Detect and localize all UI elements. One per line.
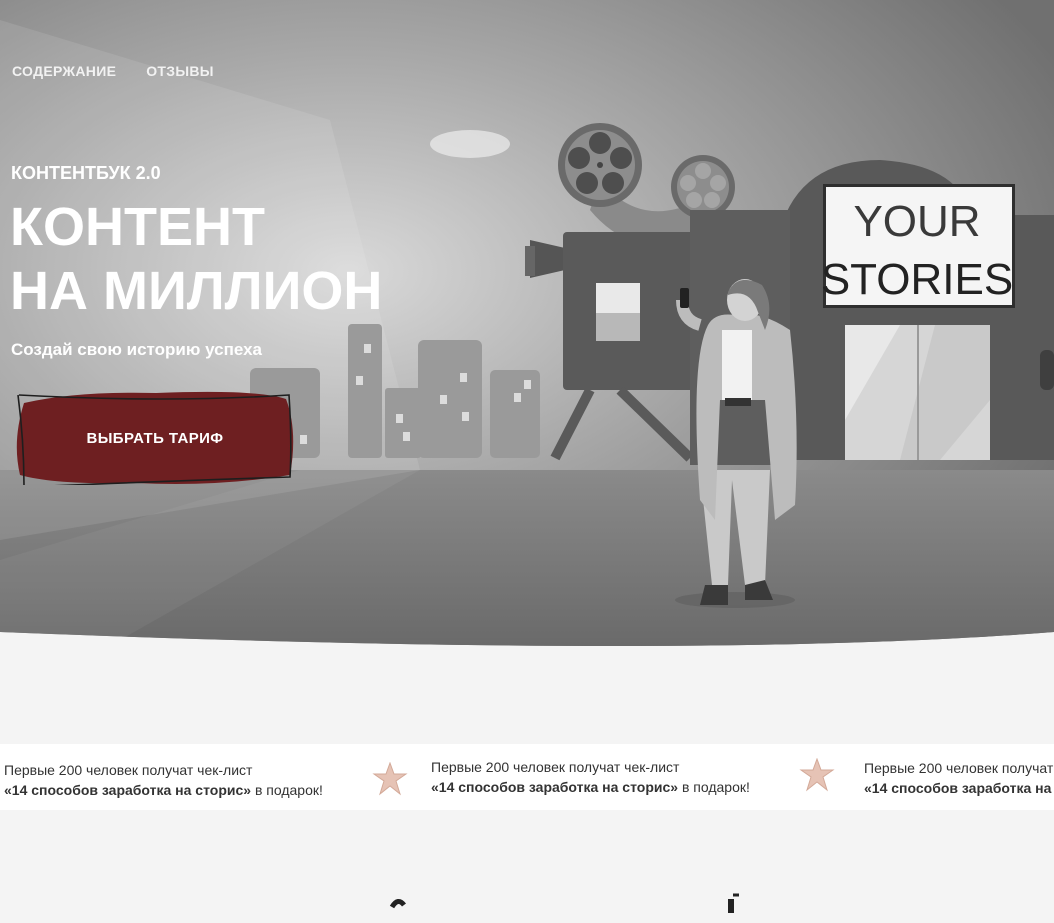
hero-subtitle-bold: историю успеха: [126, 340, 262, 359]
choose-plan-label: ВЫБРАТЬ ТАРИФ: [86, 429, 224, 447]
promo-bold: «14 способов заработка на сторис»: [864, 780, 1054, 796]
promo-line: Первые 200 человек получат чек-лист: [4, 762, 253, 778]
promo-item: Первые 200 человек получат чек-лист «14 …: [431, 757, 750, 797]
clipped-heading-glyphs: [389, 893, 739, 913]
hero-title: КОНТЕНТ НА МИЛЛИОН: [10, 195, 382, 323]
promo-bold: «14 способов заработка на сторис»: [4, 782, 252, 798]
star-icon: [799, 758, 835, 792]
promo-item: Первые 200 человек получат чек-лист «14 …: [864, 758, 1054, 798]
promo-line: Первые 200 человек получат чек-лист: [864, 760, 1054, 776]
product-label: КОНТЕНТБУК 2.0: [11, 163, 161, 183]
promo-item: Первые 200 человек получат чек-лист «14 …: [4, 760, 323, 800]
promo-ticker: Первые 200 человек получат чек-лист «14 …: [0, 744, 1054, 810]
sign-line-1: YOUR: [853, 197, 980, 246]
hero-subtitle: Создай свою историю успеха: [11, 340, 262, 360]
choose-plan-button[interactable]: ВЫБРАТЬ ТАРИФ: [16, 391, 294, 485]
nav-reviews[interactable]: ОТЗЫВЫ: [146, 63, 214, 79]
promo-bold: «14 способов заработка на сторис»: [431, 779, 679, 795]
hero-subtitle-text: Создай свою: [11, 340, 127, 359]
promo-line: Первые 200 человек получат чек-лист: [431, 759, 680, 775]
hero-section: YOUR STORIES СОДЕРЖАНИЕ ОТЗЫВЫ КОНТЕНТБУ…: [0, 0, 1054, 650]
promo-suffix: в подарок!: [678, 779, 750, 795]
hero-title-line-2: НА МИЛЛИОН: [10, 261, 383, 321]
hero-title-line-1: КОНТЕНТ: [10, 197, 265, 257]
star-icon: [372, 762, 408, 796]
nav-contents[interactable]: СОДЕРЖАНИЕ: [12, 63, 116, 79]
sign-line-2: STORIES: [821, 255, 1013, 304]
promo-suffix: в подарок!: [251, 782, 323, 798]
next-section-heading-clipped: [0, 893, 1054, 923]
top-nav: СОДЕРЖАНИЕ ОТЗЫВЫ: [12, 63, 214, 79]
hero-illustration: YOUR STORIES: [0, 0, 1054, 646]
